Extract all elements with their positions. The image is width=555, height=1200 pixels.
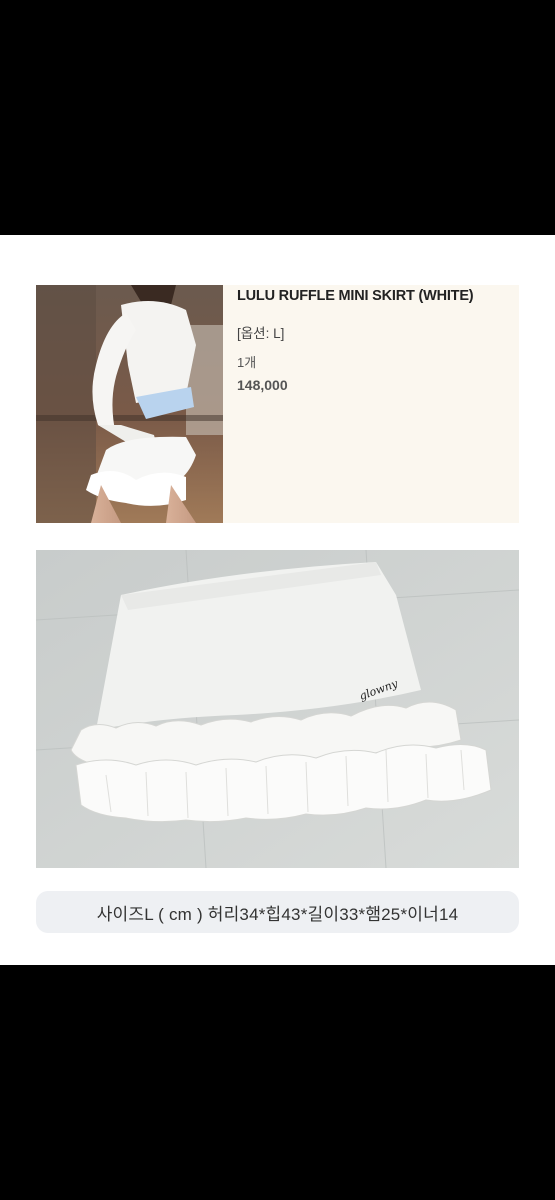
bottom-black-bar <box>0 965 555 1200</box>
product-quantity: 1개 <box>237 355 257 370</box>
product-photo <box>36 285 223 523</box>
size-caption-text: 사이즈L ( cm ) 허리34*힙43*길이33*햄25*이너14 <box>96 904 459 924</box>
product-info: LULU RUFFLE MINI SKIRT (WHITE) [옵션: L] 1… <box>237 285 517 523</box>
size-caption-bubble: 사이즈L ( cm ) 허리34*힙43*길이33*햄25*이너14 <box>36 891 519 933</box>
top-black-bar <box>0 0 555 235</box>
message-content: LULU RUFFLE MINI SKIRT (WHITE) [옵션: L] 1… <box>0 235 555 965</box>
skirt-flatlay-photo[interactable]: glowny <box>36 550 519 868</box>
product-price: 148,000 <box>237 377 288 393</box>
skirt-illustration: glowny <box>36 550 519 868</box>
model-photo-illustration <box>36 285 223 523</box>
product-option: [옵션: L] <box>237 326 285 341</box>
order-card[interactable]: LULU RUFFLE MINI SKIRT (WHITE) [옵션: L] 1… <box>36 285 519 523</box>
product-title[interactable]: LULU RUFFLE MINI SKIRT (WHITE) <box>237 288 474 304</box>
